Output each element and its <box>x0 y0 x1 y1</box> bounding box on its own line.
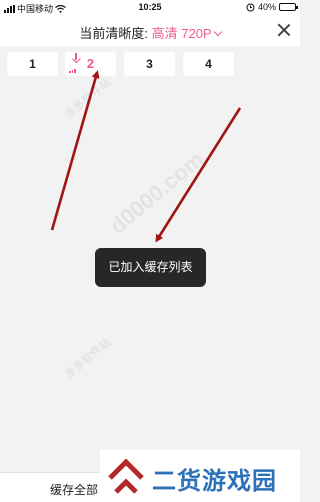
quality-title: 当前清晰度: 高清 720P <box>0 23 300 42</box>
download-arrow-icon <box>71 52 81 64</box>
status-bar: 中国移动 10:25 40% <box>0 0 300 16</box>
episode-button-3[interactable]: 3 <box>124 52 175 76</box>
watermark-small-bottom: 多多软件站 <box>63 336 114 382</box>
watermark: d0000.com <box>104 146 209 239</box>
alarm-icon <box>246 3 255 11</box>
battery-icon <box>279 3 298 11</box>
episode-button-4[interactable]: 4 <box>183 52 234 76</box>
brand-watermark: 二货游戏园 <box>100 450 300 502</box>
battery-percent: 40% <box>257 2 276 12</box>
quality-selector[interactable]: 高清 720P <box>152 26 222 41</box>
chevron-down-icon[interactable] <box>213 27 222 37</box>
episode-label: 3 <box>146 57 153 71</box>
quality-label: 当前清晰度: <box>79 26 148 41</box>
download-progress-icon <box>69 69 76 73</box>
episode-label: 4 <box>205 57 212 71</box>
episode-button-1[interactable]: 1 <box>7 52 58 76</box>
episode-label: 2 <box>86 56 95 71</box>
quality-header: 当前清晰度: 高清 720P <box>0 16 300 46</box>
brand-name: 二货游戏园 <box>152 468 277 495</box>
brand-logo-icon <box>108 458 144 494</box>
toast-message: 已加入缓存列表 <box>95 248 206 287</box>
episode-label: 1 <box>29 57 36 71</box>
save-all-button[interactable]: 缓存全部 <box>50 481 98 498</box>
episode-button-2[interactable]: 2 <box>65 52 116 76</box>
status-right: 40% <box>246 2 298 12</box>
watermark-small-top: 多多软件站 <box>63 76 114 122</box>
quality-value[interactable]: 高清 720P <box>152 26 212 41</box>
episode-list: 1 2 3 4 <box>0 52 300 78</box>
close-button[interactable] <box>276 22 292 38</box>
